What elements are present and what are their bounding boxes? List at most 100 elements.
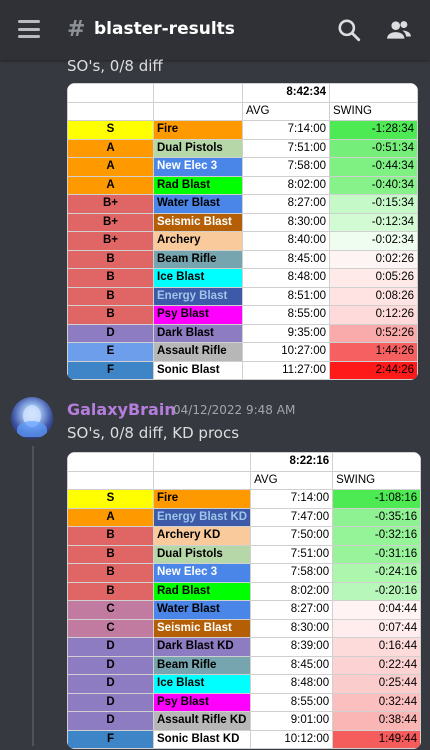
powerset-name-cell: Beam Rifle <box>153 249 243 269</box>
tier-cell: D <box>67 692 154 712</box>
avg-time-cell: 8:30:00 <box>250 618 334 638</box>
powerset-name-cell: New Elec 3 <box>153 157 243 177</box>
swing-cell: 2:44:26 <box>329 360 418 380</box>
table-row: B Rad Blast 8:02:00 -0:20:16 <box>67 581 422 601</box>
tier-cell: B <box>67 544 154 564</box>
table-row: D Psy Blast 8:55:00 0:32:44 <box>67 692 422 712</box>
swing-cell: -0:15:34 <box>329 194 418 214</box>
avg-time-cell: 8:45:00 <box>250 655 334 675</box>
avg-time-cell: 10:12:00 <box>250 729 334 749</box>
results-table: 8:22:16 AVG SWING S Fire 7:14:00 -1:08:16 A E… <box>67 452 422 749</box>
tier-cell: F <box>67 729 154 749</box>
powerset-name-cell: Ice Blast <box>152 674 252 694</box>
swing-cell: -0:12:34 <box>329 212 418 232</box>
search-icon[interactable] <box>336 17 362 43</box>
user-avatar[interactable] <box>11 397 53 439</box>
table-row: B+ Water Blast 8:27:00 -0:15:34 <box>67 194 418 214</box>
swing-cell: 0:08:26 <box>329 286 418 306</box>
tier-cell: A <box>67 507 154 527</box>
table-row: B Beam Rifle 8:45:00 0:02:26 <box>67 249 418 269</box>
powerset-name-cell: Dark Blast <box>153 323 243 343</box>
channel-header: # blaster-results <box>0 0 430 60</box>
powerset-name-cell: Rad Blast <box>152 581 252 601</box>
powerset-name-cell: Assault Rifle <box>153 342 243 362</box>
swing-cell: -0:20:16 <box>332 581 422 601</box>
tier-cell: B <box>67 526 154 546</box>
powerset-name-cell: Archery <box>153 231 243 251</box>
table-row: B Psy Blast 8:55:00 0:12:26 <box>67 305 418 325</box>
message-author[interactable]: GalaxyBrain <box>67 400 176 419</box>
table-row: B+ Archery 8:40:00 -0:02:34 <box>67 231 418 251</box>
results-table: 8:42:34 AVG SWING S Fire 7:14:00 -1:28:34 A D… <box>67 83 418 380</box>
tier-cell: B <box>67 563 154 583</box>
avg-time-cell: 7:14:00 <box>250 489 334 509</box>
swing-cell: 0:22:44 <box>332 655 422 675</box>
swing-cell: -0:31:16 <box>332 544 422 564</box>
powerset-name-cell: Water Blast <box>152 600 252 620</box>
channel-name[interactable]: blaster-results <box>94 19 235 39</box>
header-cell-empty <box>329 83 418 103</box>
swing-column-header: SWING <box>329 101 418 121</box>
swing-cell: 1:44:26 <box>329 342 418 362</box>
avg-time-cell: 7:47:00 <box>250 507 334 527</box>
avg-time-cell: 8:02:00 <box>250 581 334 601</box>
avg-time-cell: 7:14:00 <box>242 120 330 140</box>
table-row: B+ Seismic Blast 8:30:00 -0:12:34 <box>67 212 418 232</box>
swing-cell: 0:52:26 <box>329 323 418 343</box>
members-icon[interactable] <box>386 17 412 43</box>
avg-time-cell: 10:27:00 <box>242 342 330 362</box>
swing-cell: -0:44:34 <box>329 157 418 177</box>
swing-cell: -0:35:16 <box>332 507 422 527</box>
table-header-row: 8:42:34 <box>67 83 418 103</box>
tier-cell: A <box>67 157 154 177</box>
powerset-name-cell: Fire <box>153 120 243 140</box>
tier-cell: D <box>67 323 154 343</box>
header-cell-empty <box>67 83 154 103</box>
tier-cell: C <box>67 618 154 638</box>
avg-time-cell: 8:39:00 <box>250 637 334 657</box>
avg-time-cell: 8:27:00 <box>242 194 330 214</box>
tier-cell: E <box>67 342 154 362</box>
powerset-name-cell: Seismic Blast <box>153 212 243 232</box>
table-row: F Sonic Blast KD 10:12:00 1:49:44 <box>67 729 422 749</box>
table-row: C Seismic Blast 8:30:00 0:07:44 <box>67 618 422 638</box>
powerset-name-cell: Sonic Blast KD <box>152 729 252 749</box>
spreadsheet-image[interactable]: 8:42:34 AVG SWING S Fire 7:14:00 -1:28:34 A D… <box>67 83 418 380</box>
header-cell-empty <box>152 470 252 490</box>
swing-cell: 0:25:44 <box>332 674 422 694</box>
swing-cell: -1:28:34 <box>329 120 418 140</box>
table-row: B Ice Blast 8:48:00 0:05:26 <box>67 268 418 288</box>
avg-time-cell: 7:51:00 <box>250 544 334 564</box>
table-row: D Beam Rifle 8:45:00 0:22:44 <box>67 655 422 675</box>
avg-time-cell: 8:40:00 <box>242 231 330 251</box>
hamburger-menu-icon[interactable] <box>18 20 40 38</box>
table-row: D Ice Blast 8:48:00 0:25:44 <box>67 674 422 694</box>
powerset-name-cell: Dual Pistols <box>152 544 252 564</box>
powerset-name-cell: Sonic Blast <box>153 360 243 380</box>
swing-cell: 0:05:26 <box>329 268 418 288</box>
swing-cell: 0:02:26 <box>329 249 418 269</box>
swing-cell: -0:51:34 <box>329 138 418 158</box>
tier-cell: B <box>67 305 154 325</box>
table-row: A Dual Pistols 7:51:00 -0:51:34 <box>67 138 418 158</box>
avg-time-cell: 8:30:00 <box>242 212 330 232</box>
swing-cell: 0:07:44 <box>332 618 422 638</box>
table-header-row: 8:22:16 <box>67 452 422 472</box>
avg-time-cell: 7:51:00 <box>242 138 330 158</box>
powerset-name-cell: Energy Blast <box>153 286 243 306</box>
swing-cell: 0:32:44 <box>332 692 422 712</box>
powerset-name-cell: Energy Blast KD <box>152 507 252 527</box>
tier-cell: D <box>67 655 154 675</box>
header-cell-empty <box>67 470 154 490</box>
header-cell-empty <box>152 452 252 472</box>
avg-time-cell: 8:02:00 <box>242 175 330 195</box>
table-row: D Dark Blast 9:35:00 0:52:26 <box>67 323 418 343</box>
table-row: C Water Blast 8:27:00 0:04:44 <box>67 600 422 620</box>
tier-cell: A <box>67 138 154 158</box>
table-row: B Energy Blast 8:51:00 0:08:26 <box>67 286 418 306</box>
channel-hash-icon: # <box>67 17 86 42</box>
tier-cell: B <box>67 581 154 601</box>
swing-cell: 0:12:26 <box>329 305 418 325</box>
spreadsheet-image[interactable]: 8:22:16 AVG SWING S Fire 7:14:00 -1:08:16 A E… <box>67 452 422 749</box>
swing-cell: 0:38:44 <box>332 711 422 731</box>
